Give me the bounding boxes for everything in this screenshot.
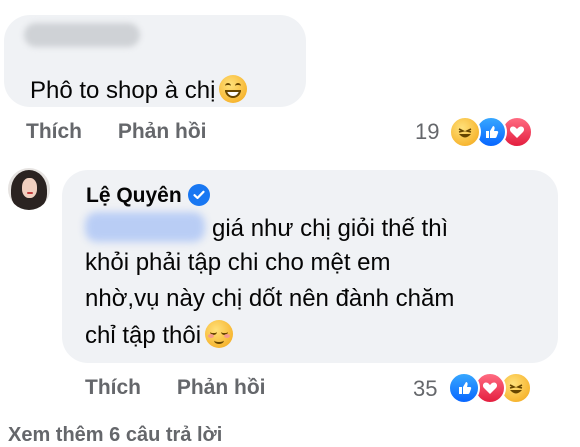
comment-line: giá như chị giỏi thế thì bbox=[212, 215, 449, 242]
comment-bubble: Phô to shop à chị bbox=[4, 15, 306, 107]
comment-actions: Thích Phản hồi bbox=[85, 376, 296, 400]
like-button[interactable]: Thích bbox=[85, 376, 141, 399]
comment-line: nhờ,vụ này chị dốt nên đành chăm bbox=[85, 285, 455, 312]
like-reaction-icon bbox=[448, 372, 480, 404]
comment-text: Phô to shop à chị bbox=[30, 75, 248, 106]
reaction-count[interactable]: 19 bbox=[415, 119, 439, 145]
grinning-face-emoji-icon bbox=[219, 75, 248, 103]
comment-line: chỉ tập thôi bbox=[85, 320, 234, 351]
comment-actions: Thích Phản hồi bbox=[26, 120, 237, 144]
reply-button[interactable]: Phản hồi bbox=[118, 120, 207, 143]
like-button[interactable]: Thích bbox=[26, 120, 82, 143]
author-name[interactable]: Lệ Quyên bbox=[86, 184, 182, 208]
avatar[interactable] bbox=[8, 168, 50, 210]
comment-line: khỏi phải tập chi cho mệt em bbox=[85, 249, 391, 276]
reaction-count[interactable]: 35 bbox=[413, 376, 437, 402]
smiling-face-emoji-icon bbox=[205, 320, 234, 348]
verified-badge-icon bbox=[188, 184, 210, 206]
blurred-mention[interactable] bbox=[85, 212, 205, 242]
blurred-author-name[interactable] bbox=[24, 23, 140, 47]
reply-button[interactable]: Phản hồi bbox=[177, 376, 266, 399]
view-more-replies-link[interactable]: Xem thêm 6 câu trả lời bbox=[8, 424, 222, 447]
haha-reaction-icon bbox=[449, 116, 481, 148]
